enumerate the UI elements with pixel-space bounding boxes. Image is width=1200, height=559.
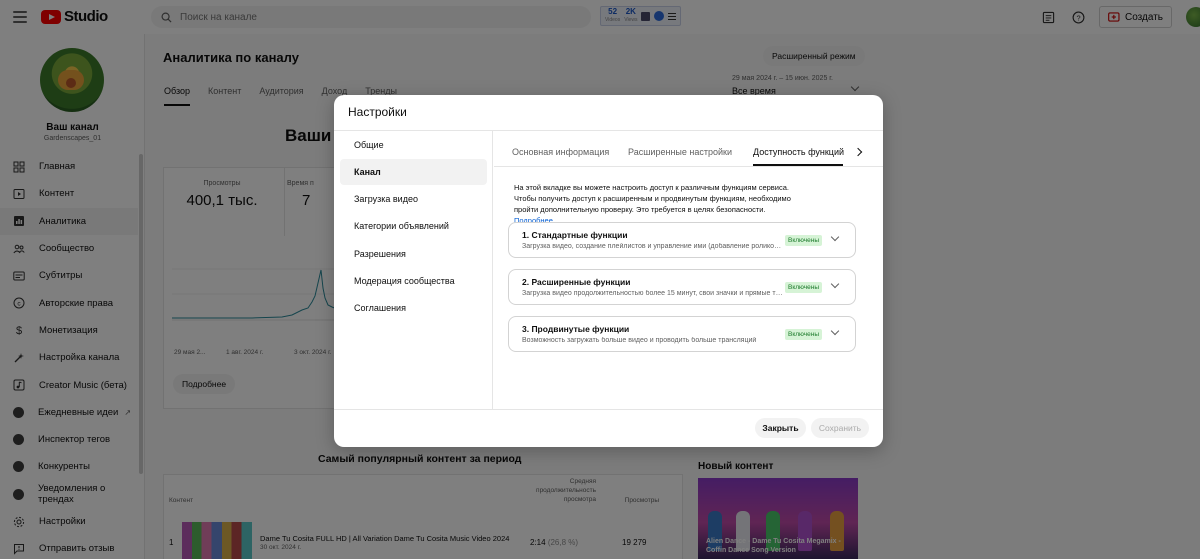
- status-badge: Включены: [785, 235, 823, 246]
- tab-feature-eligibility[interactable]: Доступность функций: [753, 147, 844, 157]
- chevron-right-icon[interactable]: [853, 147, 863, 157]
- feature-name: 1. Стандартные функции: [522, 230, 628, 240]
- settings-tabs: Основная информация Расширенные настройк…: [494, 131, 883, 167]
- tab-basic-info[interactable]: Основная информация: [512, 147, 609, 157]
- status-badge: Включены: [785, 329, 823, 340]
- settings-sidebar: Общие Канал Загрузка видео Категории объ…: [334, 131, 493, 409]
- feature-desc: Загрузка видео, создание плейлистов и уп…: [522, 243, 783, 250]
- status-badge: Включены: [785, 282, 823, 293]
- chevron-down-icon[interactable]: [830, 326, 840, 336]
- tab-advanced-settings[interactable]: Расширенные настройки: [628, 147, 732, 157]
- settings-nav-ad-categories[interactable]: Категории объявлений: [340, 213, 487, 239]
- chevron-down-icon[interactable]: [830, 279, 840, 289]
- settings-nav-agreements[interactable]: Соглашения: [340, 295, 487, 321]
- close-button[interactable]: Закрыть: [755, 418, 806, 438]
- settings-nav-general[interactable]: Общие: [340, 132, 487, 158]
- feature-name: 3. Продвинутые функции: [522, 324, 630, 334]
- feature-desc: Возможность загружать больше видео и про…: [522, 337, 757, 344]
- chevron-down-icon[interactable]: [830, 232, 840, 242]
- feature-name: 2. Расширенные функции: [522, 277, 631, 287]
- settings-nav-channel[interactable]: Канал: [340, 159, 487, 185]
- settings-nav-community-moderation[interactable]: Модерация сообщества: [340, 268, 487, 294]
- settings-dialog: Настройки Общие Канал Загрузка видео Кат…: [334, 95, 883, 447]
- feature-standard[interactable]: 1. Стандартные функции Загрузка видео, с…: [508, 222, 856, 258]
- active-tab-indicator: [753, 164, 843, 166]
- feature-desc: Загрузка видео продолжительностью более …: [522, 290, 783, 297]
- feature-advanced[interactable]: 3. Продвинутые функции Возможность загру…: [508, 316, 856, 352]
- feature-intermediate[interactable]: 2. Расширенные функции Загрузка видео пр…: [508, 269, 856, 305]
- divider: [334, 409, 883, 410]
- save-button[interactable]: Сохранить: [811, 418, 869, 438]
- feature-description: На этой вкладке вы можете настроить дост…: [514, 183, 791, 225]
- settings-nav-upload-defaults[interactable]: Загрузка видео: [340, 186, 487, 212]
- settings-nav-permissions[interactable]: Разрешения: [340, 241, 487, 267]
- dialog-title: Настройки: [348, 105, 407, 119]
